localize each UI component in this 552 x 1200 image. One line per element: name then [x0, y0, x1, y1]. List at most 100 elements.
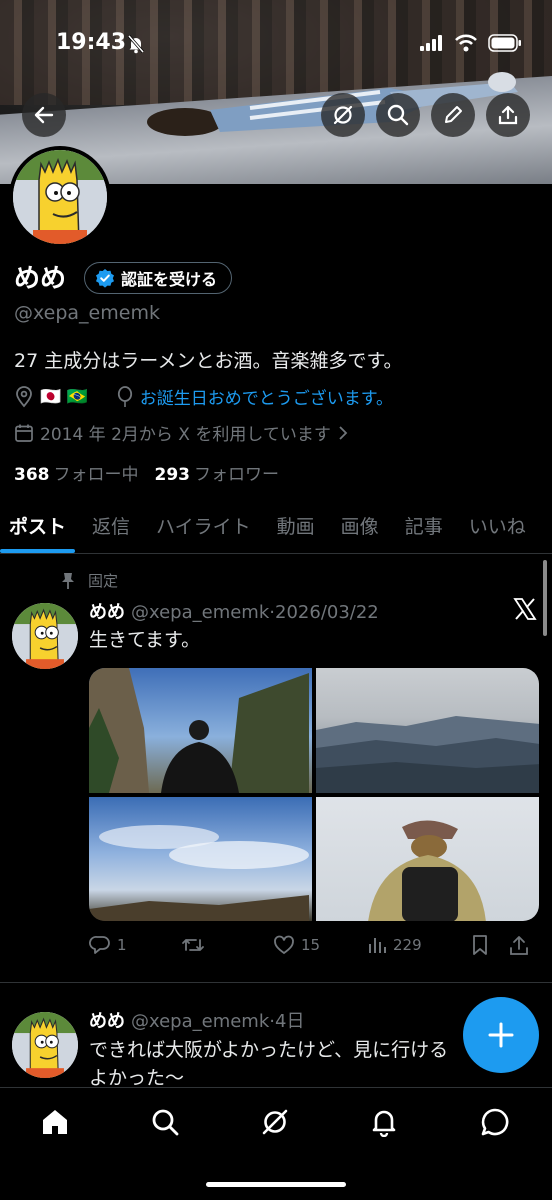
- tab-images[interactable]: 画像: [332, 500, 388, 553]
- search-icon: [152, 1109, 179, 1136]
- compose-button[interactable]: [463, 997, 539, 1073]
- chevron-right-icon: [339, 425, 348, 440]
- media-image-2[interactable]: [316, 668, 539, 793]
- location-flags: 🇯🇵 🇧🇷: [40, 386, 88, 407]
- location-icon: [16, 385, 32, 407]
- bart-avatar-image: [12, 1012, 78, 1078]
- message-icon: [481, 1108, 509, 1136]
- edit-profile-button[interactable]: [431, 93, 475, 137]
- joined-label: 2014 年 2月から X を利用しています: [40, 425, 331, 445]
- bart-avatar-image: [12, 603, 78, 669]
- search-button[interactable]: [376, 93, 420, 137]
- following-link[interactable]: 368 フォロー中: [14, 460, 139, 485]
- grok-button[interactable]: [321, 93, 365, 137]
- calendar-icon: [15, 424, 33, 442]
- like-count: 15: [301, 936, 321, 954]
- tab-likes[interactable]: いいね: [460, 500, 535, 553]
- post-timestamp[interactable]: 4日: [275, 1011, 304, 1032]
- share-icon: [498, 105, 518, 125]
- tab-videos[interactable]: 動画: [268, 500, 324, 553]
- post-share-button[interactable]: [509, 934, 529, 956]
- bell-icon: [372, 1110, 396, 1137]
- post-actions: 1 15 229: [89, 930, 541, 960]
- media-image-1[interactable]: [89, 668, 312, 793]
- home-indicator[interactable]: [206, 1182, 346, 1187]
- home-icon: [43, 1110, 67, 1134]
- post-author-name[interactable]: めめ: [89, 602, 125, 623]
- nav-notifications[interactable]: [364, 1102, 404, 1142]
- media-image-4[interactable]: [316, 796, 539, 921]
- tab-highlights[interactable]: ハイライト: [147, 500, 260, 553]
- profile-meta: 🇯🇵 🇧🇷 お誕生日おめでとうございます。: [14, 384, 393, 409]
- cellular-signal-icon: [420, 35, 442, 51]
- post-header: めめ @xepa_ememk·2026/03/22: [89, 598, 379, 624]
- post-author-name[interactable]: めめ: [89, 1011, 125, 1032]
- tab-posts[interactable]: ポスト: [0, 500, 76, 553]
- post-header: めめ @xepa_ememk·4日: [89, 1007, 304, 1033]
- following-count: 368: [14, 465, 50, 485]
- post-author-handle[interactable]: @xepa_ememk: [131, 602, 269, 623]
- following-label: フォロー中: [53, 465, 139, 485]
- bookmark-button[interactable]: [471, 934, 509, 956]
- reply-button[interactable]: 1: [89, 934, 181, 956]
- nav-messages[interactable]: [475, 1102, 515, 1142]
- repost-button[interactable]: [181, 934, 273, 956]
- follow-stats: 368 フォロー中 293 フォロワー: [14, 460, 279, 485]
- grok-icon: [333, 105, 353, 125]
- tab-articles[interactable]: 記事: [396, 500, 452, 553]
- bookmark-icon: [473, 935, 487, 955]
- profile-bio: 27 主成分はラーメンとお酒。音楽雑多です。: [14, 350, 403, 372]
- profile-avatar[interactable]: [9, 146, 111, 248]
- followers-count: 293: [154, 465, 191, 485]
- media-image-3[interactable]: [89, 796, 312, 921]
- wifi-icon: [455, 34, 477, 52]
- post-timestamp[interactable]: 2026/03/22: [275, 602, 379, 623]
- scrollbar[interactable]: [543, 560, 547, 636]
- balloon-icon: [117, 385, 132, 407]
- share-icon: [510, 936, 528, 955]
- nav-home[interactable]: [35, 1102, 75, 1142]
- view-count: 229: [393, 936, 422, 954]
- pin-icon: [62, 572, 74, 589]
- get-verified-button[interactable]: 認証を受ける: [84, 262, 233, 294]
- battery-icon: [488, 34, 521, 52]
- post-avatar[interactable]: [12, 603, 78, 669]
- followers-label: フォロワー: [194, 465, 279, 485]
- birthday-link[interactable]: お誕生日おめでとうございます。: [140, 384, 393, 409]
- followers-link[interactable]: 293 フォロワー: [155, 460, 280, 485]
- views-button[interactable]: 229: [367, 935, 471, 955]
- mountain-range-image: [316, 716, 539, 793]
- x-logo-icon: [513, 598, 537, 620]
- back-button[interactable]: [22, 93, 66, 137]
- get-verified-label: 認証を受ける: [121, 270, 218, 289]
- plus-icon: [488, 1022, 514, 1048]
- reply-count: 1: [117, 936, 127, 954]
- status-indicators: [420, 34, 522, 52]
- share-button[interactable]: [486, 93, 530, 137]
- post-text: できれば大阪がよかったけど、見に行ける よかった〜: [89, 1036, 448, 1092]
- bart-avatar-image: [13, 150, 107, 244]
- like-button[interactable]: 15: [273, 934, 367, 956]
- search-icon: [387, 104, 409, 126]
- status-time: 19:43: [56, 30, 127, 55]
- profile-tabs: ポスト 返信 ハイライト 動画 画像 記事 いいね: [0, 500, 552, 554]
- grok-icon: [262, 1109, 288, 1135]
- reply-icon: [89, 936, 110, 954]
- post-author-handle[interactable]: @xepa_ememk: [131, 1011, 269, 1032]
- nav-search[interactable]: [145, 1102, 185, 1142]
- post-divider: [0, 982, 552, 983]
- post-text-line: できれば大阪がよかったけど、見に行ける: [89, 1039, 449, 1061]
- nav-grok[interactable]: [255, 1102, 295, 1142]
- post-avatar[interactable]: [12, 1012, 78, 1078]
- heart-icon: [274, 935, 294, 955]
- joined-date[interactable]: 2014 年 2月から X を利用しています: [14, 420, 349, 445]
- tab-replies[interactable]: 返信: [83, 500, 139, 553]
- sky-clouds-image: [89, 824, 309, 921]
- arrow-left-icon: [34, 106, 54, 124]
- profile-handle: @xepa_ememk: [14, 302, 160, 324]
- verified-badge-icon: [96, 269, 114, 288]
- pinned-indicator: 固定: [60, 570, 118, 591]
- post-text: 生きてます。: [89, 629, 201, 651]
- post-media-grid: [89, 668, 539, 921]
- hiker-back-image: [368, 819, 486, 921]
